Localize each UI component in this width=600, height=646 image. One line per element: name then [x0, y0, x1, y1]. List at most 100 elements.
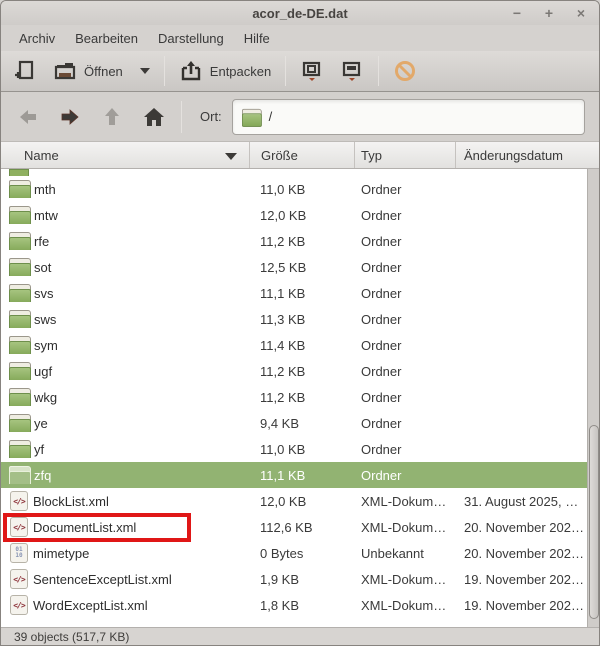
- table-row[interactable]: ye 9,4 KB Ordner: [1, 410, 587, 436]
- maximize-button[interactable]: +: [541, 5, 557, 21]
- file-size: 1,8 KB: [250, 598, 355, 613]
- table-row[interactable]: svs 11,1 KB Ordner: [1, 280, 587, 306]
- folder-icon: [9, 440, 29, 458]
- folder-icon: [9, 310, 29, 328]
- add-folder-icon: [340, 59, 364, 83]
- file-name: yf: [34, 442, 44, 457]
- table-row[interactable]: mth 11,0 KB Ordner: [1, 176, 587, 202]
- table-row-highlighted[interactable]: DocumentList.xml 112,6 KB XML-Dokum… 20.…: [1, 514, 587, 540]
- file-name: WordExceptList.xml: [33, 598, 148, 613]
- folder-icon: [9, 362, 29, 380]
- stop-icon: [393, 59, 417, 83]
- file-type: XML-Dokum…: [355, 572, 456, 587]
- table-row[interactable]: rfe 11,2 KB Ordner: [1, 228, 587, 254]
- add-folder-button[interactable]: [332, 53, 372, 89]
- file-modified: 19. November 202…: [456, 572, 587, 587]
- table-row[interactable]: WordExceptList.xml 1,8 KB XML-Dokum… 19.…: [1, 592, 587, 618]
- file-type: Ordner: [355, 286, 456, 301]
- file-size: 12,5 KB: [250, 260, 355, 275]
- file-size: 11,0 KB: [250, 442, 355, 457]
- table-row[interactable]: ugf 11,2 KB Ordner: [1, 358, 587, 384]
- location-label: Ort:: [200, 109, 222, 124]
- table-row[interactable]: mimetype 0 Bytes Unbekannt 20. November …: [1, 540, 587, 566]
- extract-button[interactable]: Entpacken: [171, 53, 279, 89]
- file-name: mimetype: [33, 546, 89, 561]
- xml-file-icon: [10, 491, 28, 511]
- file-type: Ordner: [355, 338, 456, 353]
- column-header-name[interactable]: Name: [1, 142, 250, 168]
- file-name: sym: [34, 338, 58, 353]
- file-type: Ordner: [355, 182, 456, 197]
- file-size: 11,2 KB: [250, 364, 355, 379]
- stop-button: [385, 53, 425, 89]
- folder-icon: [9, 258, 29, 276]
- forward-button[interactable]: [53, 101, 87, 133]
- file-name: BlockList.xml: [33, 494, 109, 509]
- file-type: Ordner: [355, 364, 456, 379]
- close-button[interactable]: ×: [573, 5, 589, 21]
- file-modified: 19. November 202…: [456, 598, 587, 613]
- table-row-partial[interactable]: [1, 169, 587, 176]
- file-size: 11,0 KB: [250, 182, 355, 197]
- file-rows: mth 11,0 KB Ordner mtw 12,0 KB Ordner rf…: [1, 169, 587, 627]
- table-row[interactable]: sot 12,5 KB Ordner: [1, 254, 587, 280]
- titlebar: acor_de-DE.dat − + ×: [1, 1, 599, 25]
- table-row[interactable]: yf 11,0 KB Ordner: [1, 436, 587, 462]
- extract-icon: [179, 59, 203, 83]
- file-name: DocumentList.xml: [33, 520, 136, 535]
- file-modified: 31. August 2025, …: [456, 494, 587, 509]
- home-button[interactable]: [137, 101, 171, 133]
- file-size: 112,6 KB: [250, 520, 355, 535]
- open-button[interactable]: Öffnen: [45, 53, 158, 89]
- menu-bearbeiten[interactable]: Bearbeiten: [65, 28, 148, 49]
- file-size: 12,0 KB: [250, 208, 355, 223]
- up-button: [95, 101, 129, 133]
- table-row[interactable]: sym 11,4 KB Ordner: [1, 332, 587, 358]
- menu-hilfe[interactable]: Hilfe: [234, 28, 280, 49]
- table-row[interactable]: SentenceExceptList.xml 1,9 KB XML-Dokum……: [1, 566, 587, 592]
- toolbar-separator: [164, 56, 165, 86]
- file-type: Ordner: [355, 234, 456, 249]
- file-type: XML-Dokum…: [355, 598, 456, 613]
- new-archive-icon: [13, 59, 37, 83]
- column-header-size[interactable]: Größe: [250, 142, 355, 168]
- file-size: 9,4 KB: [250, 416, 355, 431]
- vertical-scrollbar[interactable]: [587, 169, 599, 627]
- statusbar: 39 objects (517,7 KB): [1, 627, 599, 645]
- file-name: svs: [34, 286, 54, 301]
- table-row-selected[interactable]: zfq 11,1 KB Ordner: [1, 462, 587, 488]
- xml-file-icon: [10, 595, 28, 615]
- column-header-modified[interactable]: Änderungsdatum: [456, 142, 599, 168]
- binary-file-icon: [10, 543, 28, 563]
- file-size: 11,4 KB: [250, 338, 355, 353]
- file-type: Ordner: [355, 416, 456, 431]
- folder-icon: [9, 284, 29, 302]
- folder-icon: [9, 336, 29, 354]
- table-row[interactable]: mtw 12,0 KB Ordner: [1, 202, 587, 228]
- menu-darstellung[interactable]: Darstellung: [148, 28, 234, 49]
- file-type: Ordner: [355, 208, 456, 223]
- folder-icon: [9, 180, 29, 198]
- table-row[interactable]: sws 11,3 KB Ordner: [1, 306, 587, 332]
- file-name: mtw: [34, 208, 58, 223]
- location-input[interactable]: /: [232, 99, 585, 135]
- column-header-label: Größe: [261, 148, 298, 163]
- window-controls: − + ×: [509, 1, 589, 25]
- add-files-icon: [300, 59, 324, 83]
- file-size: 0 Bytes: [250, 546, 355, 561]
- table-row[interactable]: BlockList.xml 12,0 KB XML-Dokum… 31. Aug…: [1, 488, 587, 514]
- minimize-button[interactable]: −: [509, 5, 525, 21]
- new-archive-button[interactable]: [5, 53, 45, 89]
- file-list: mth 11,0 KB Ordner mtw 12,0 KB Ordner rf…: [1, 169, 599, 627]
- column-header-type[interactable]: Typ: [355, 142, 456, 168]
- home-icon: [142, 106, 166, 128]
- menu-archiv[interactable]: Archiv: [9, 28, 65, 49]
- file-type: Unbekannt: [355, 546, 456, 561]
- file-name: sws: [34, 312, 56, 327]
- scrollbar-thumb[interactable]: [589, 425, 599, 619]
- table-row[interactable]: wkg 11,2 KB Ordner: [1, 384, 587, 410]
- add-files-button[interactable]: [292, 53, 332, 89]
- file-size: 1,9 KB: [250, 572, 355, 587]
- file-size: 12,0 KB: [250, 494, 355, 509]
- file-type: Ordner: [355, 390, 456, 405]
